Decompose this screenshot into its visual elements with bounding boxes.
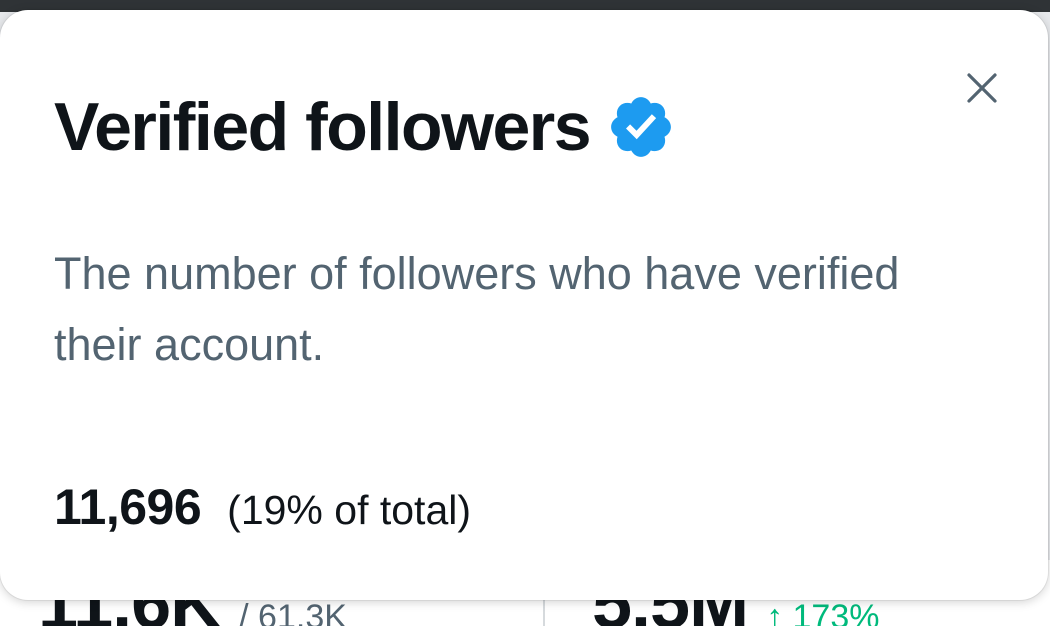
verified-count-row: 11,696 (19% of total) xyxy=(54,478,471,536)
verified-count: 11,696 xyxy=(54,479,202,535)
popup-header: Verified followers xyxy=(54,92,676,162)
background-stat-secondary: / 61.3K xyxy=(239,598,347,626)
popup-description: The number of followers who have verifie… xyxy=(54,248,900,370)
verified-percent: (19% of total) xyxy=(227,487,472,533)
close-button[interactable] xyxy=(956,62,1008,114)
close-icon xyxy=(967,73,997,103)
background-stat-change: ↑ 173% xyxy=(766,598,880,626)
popup-title: Verified followers xyxy=(54,89,592,165)
verified-badge-icon xyxy=(611,97,671,157)
verified-followers-popup: Verified followers The number of followe… xyxy=(0,10,1048,600)
